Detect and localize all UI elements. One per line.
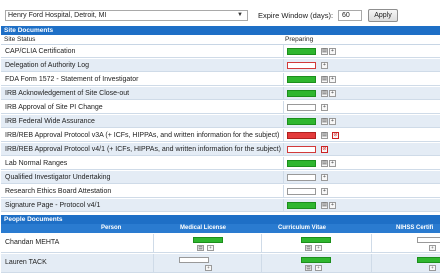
apply-button[interactable]: Apply (368, 9, 398, 22)
site-documents-header: Site Documents (1, 26, 440, 35)
preparing-column-label: Preparing (285, 36, 314, 43)
document-icon[interactable]: ▤ (321, 160, 328, 167)
site-document-row: IRB/REB Approval Protocol v4/1 (+ ICFs, … (1, 143, 440, 156)
nihss-status-bar (417, 237, 440, 243)
site-document-row: Qualified Investigator Undertaking + (1, 171, 440, 184)
site-document-name: IRB/REB Approval Protocol v3A (+ ICFs, H… (5, 132, 280, 139)
document-status-bar (287, 62, 316, 69)
site-document-name: IRB Acknowledgement of Site Close-out (5, 90, 130, 97)
site-document-row: FDA Form 1572 - Statement of Investigato… (1, 73, 440, 86)
document-icon[interactable]: ▤ (321, 48, 328, 55)
cv-status-bar (301, 257, 331, 263)
site-document-name: Qualified Investigator Undertaking (5, 174, 111, 181)
expire-window-input[interactable]: 60 (338, 10, 362, 21)
document-status-bar (287, 104, 316, 111)
expired-document-icon[interactable]: ⊘ (332, 132, 339, 139)
add-document-icon[interactable]: + (321, 188, 328, 195)
add-document-icon[interactable]: + (315, 245, 322, 251)
site-document-name: IRB Federal Wide Assurance (5, 118, 95, 125)
site-document-row: CAP/CLIA Certification ▤ + (1, 45, 440, 58)
site-document-name: CAP/CLIA Certification (5, 48, 76, 55)
curriculum-vitae-column-label: Curriculum Vitae (278, 225, 326, 231)
person-row: Lauren TACK + ▤ + + (1, 254, 440, 273)
site-document-row: IRB Acknowledgement of Site Close-out ▤ + (1, 87, 440, 100)
site-document-row: Research Ethics Board Attestation + (1, 185, 440, 198)
document-status-bar (287, 118, 316, 125)
add-document-icon[interactable]: + (205, 265, 212, 271)
document-status-bar (287, 188, 316, 195)
document-status-bar (287, 174, 316, 181)
document-icon[interactable]: ▤ (321, 76, 328, 83)
cv-status-bar (301, 237, 331, 243)
site-document-row: IRB Approval of Site PI Change + (1, 101, 440, 114)
medical-license-status-bar (179, 257, 209, 263)
site-document-row: IRB/REB Approval Protocol v3A (+ ICFs, H… (1, 129, 440, 142)
site-documents-column-header: Site Status Preparing (1, 35, 440, 45)
document-icon[interactable]: ▤ (305, 265, 312, 271)
person-row: Chandan MEHTA ▤ + ▤ + + (1, 234, 440, 253)
site-document-name: IRB/REB Approval Protocol v4/1 (+ ICFs, … (5, 146, 281, 153)
people-documents-header: People Documents (1, 215, 440, 224)
site-document-row: Signature Page - Protocol v4/1 ▤ + (1, 199, 440, 212)
document-icon[interactable]: ▤ (305, 245, 312, 251)
add-document-icon[interactable]: + (315, 265, 322, 271)
person-column-label: Person (101, 225, 122, 231)
add-document-icon[interactable]: + (329, 90, 336, 97)
site-document-name: Research Ethics Board Attestation (5, 188, 112, 195)
add-document-icon[interactable]: + (429, 265, 436, 271)
add-document-icon[interactable]: + (329, 76, 336, 83)
nihss-certification-column-label: NIHSS Certifi (396, 225, 434, 231)
document-status-bar (287, 202, 316, 209)
add-document-icon[interactable]: + (329, 48, 336, 55)
add-document-icon[interactable]: + (329, 202, 336, 209)
document-icon[interactable]: ▤ (321, 202, 328, 209)
chevron-down-icon: ▼ (237, 12, 243, 18)
site-select[interactable]: Henry Ford Hospital, Detroit, MI ▼ (5, 10, 248, 21)
site-document-row: Lab Normal Ranges ▤ + (1, 157, 440, 170)
document-status-bar (287, 48, 316, 55)
site-document-name: Lab Normal Ranges (5, 160, 68, 167)
add-document-icon[interactable]: + (321, 104, 328, 111)
expired-document-icon[interactable]: ⊘ (321, 146, 328, 153)
add-document-icon[interactable]: + (207, 245, 214, 251)
document-icon[interactable]: ▤ (197, 245, 204, 251)
nihss-status-bar (417, 257, 440, 263)
add-document-icon[interactable]: + (321, 62, 328, 69)
site-document-row: Delegation of Authority Log + (1, 59, 440, 72)
people-documents-column-header: Person Medical License Curriculum Vitae … (1, 224, 440, 233)
document-icon[interactable]: ▤ (321, 90, 328, 97)
add-document-icon[interactable]: + (329, 160, 336, 167)
add-document-icon[interactable]: + (321, 174, 328, 181)
site-document-name: Delegation of Authority Log (5, 62, 90, 69)
filter-bar: Henry Ford Hospital, Detroit, MI ▼ Expir… (0, 0, 440, 24)
add-document-icon[interactable]: + (329, 118, 336, 125)
person-name: Chandan MEHTA (5, 239, 60, 246)
person-name: Lauren TACK (5, 259, 47, 266)
document-icon[interactable]: ▤ (321, 118, 328, 125)
add-document-icon[interactable]: + (429, 245, 436, 251)
document-status-bar (287, 76, 316, 83)
site-document-name: IRB Approval of Site PI Change (5, 104, 103, 111)
site-document-name: FDA Form 1572 - Statement of Investigato… (5, 76, 139, 83)
site-document-name: Signature Page - Protocol v4/1 (5, 202, 101, 209)
document-status-bar (287, 160, 316, 167)
medical-license-column-label: Medical License (180, 225, 227, 231)
expire-window-label: Expire Window (days): (258, 11, 334, 20)
site-status-column-label: Site Status (4, 36, 36, 43)
document-status-bar (287, 90, 316, 97)
site-select-value: Henry Ford Hospital, Detroit, MI (8, 12, 107, 19)
document-icon[interactable]: ▤ (321, 132, 328, 139)
medical-license-status-bar (193, 237, 223, 243)
document-status-bar (287, 132, 316, 139)
document-status-bar (287, 146, 316, 153)
site-document-row: IRB Federal Wide Assurance ▤ + (1, 115, 440, 128)
